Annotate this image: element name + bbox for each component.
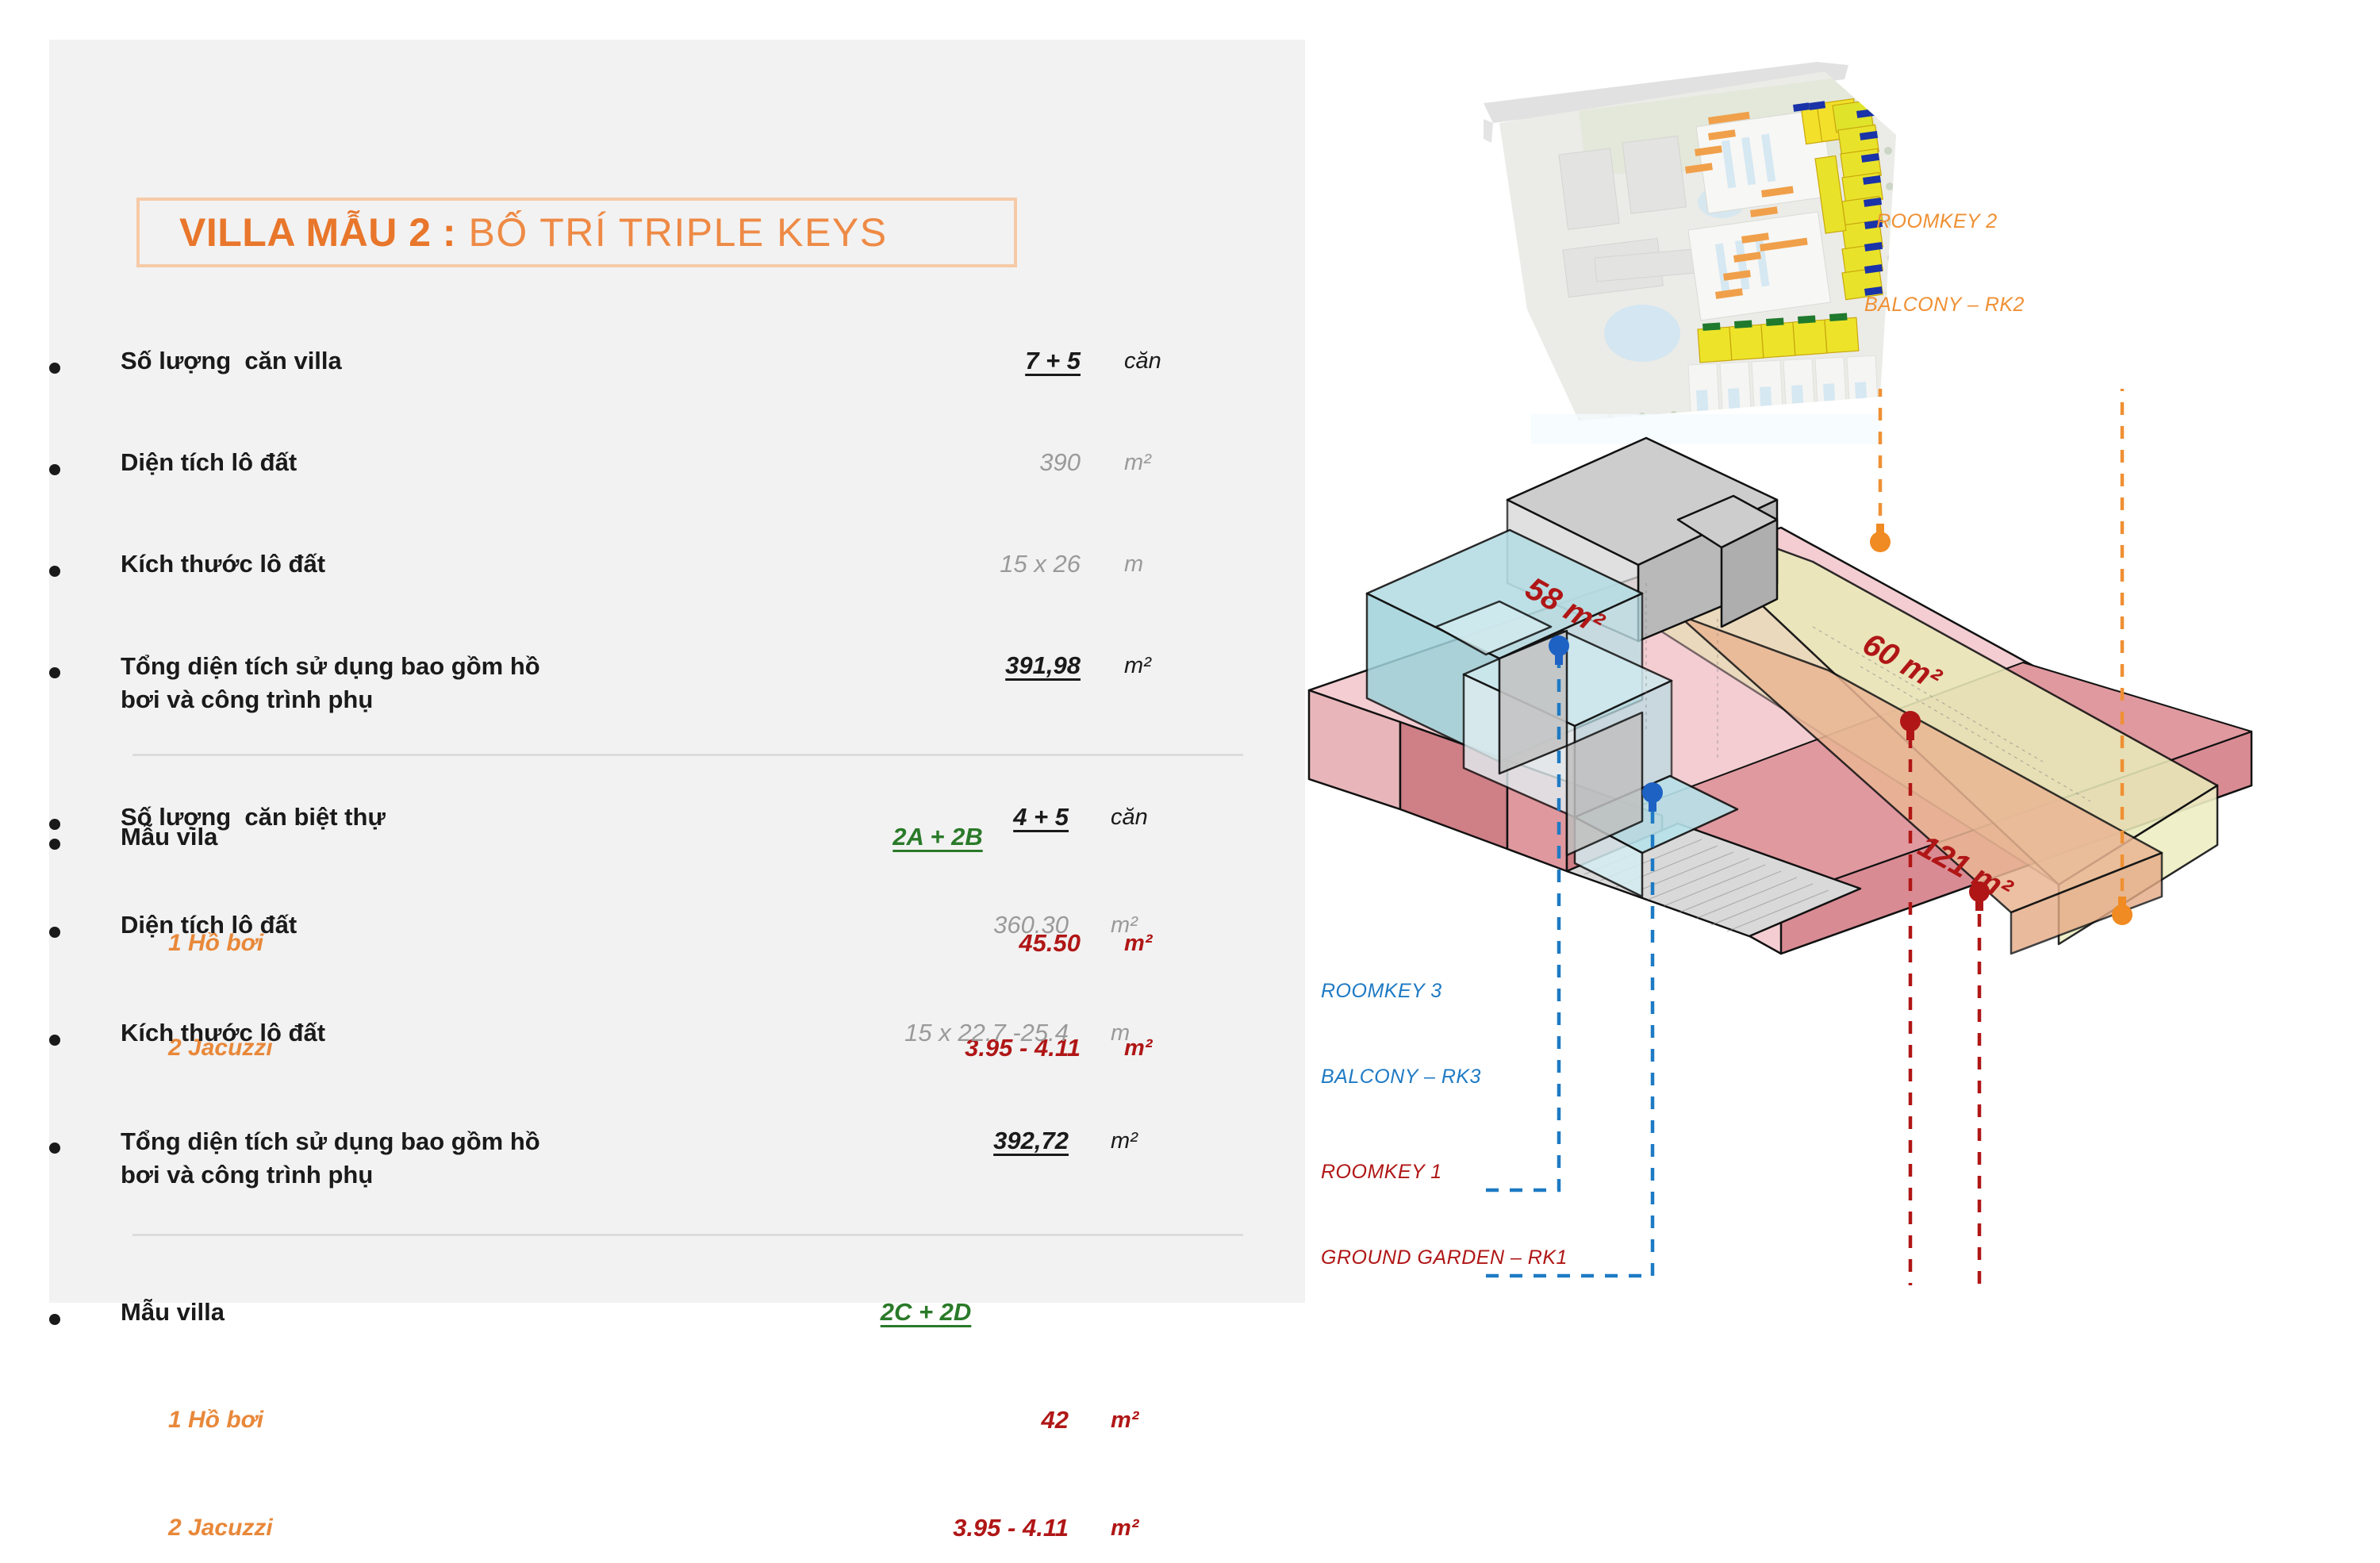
bullet-icon xyxy=(49,1142,60,1154)
callout-roomkey-3: ROOMKEY 3 xyxy=(1321,980,1442,1002)
row-label: Số lượng căn villa xyxy=(121,347,342,374)
sub-row-unit: m² xyxy=(1111,1407,1139,1433)
sub-row-value: 42 xyxy=(1041,1406,1069,1434)
callout-balcony-rk2: BALCONY – RK2 xyxy=(1864,294,2025,316)
row-label: Tổng diện tích sử dụng bao gồm hồ bơi và… xyxy=(121,1127,540,1189)
row-unit: m² xyxy=(1124,450,1151,475)
table-row: 1 Hồ bơi 42 m² xyxy=(49,1404,1305,1455)
row-value: 2C + 2D xyxy=(880,1298,972,1326)
row-label: Kích thước lô đất xyxy=(121,1019,326,1046)
sub-row-value: 3.95 - 4.11 xyxy=(953,1514,1069,1542)
sub-row-unit: m² xyxy=(1111,1515,1139,1541)
table-row: Mẫu villa 2C + 2D xyxy=(49,1296,1305,1347)
page-title-strong: VILLA MẪU 2 : xyxy=(179,210,457,255)
table-row: Diện tích lô đất 360.30 m² xyxy=(49,909,1305,960)
row-unit: m² xyxy=(1124,653,1151,678)
sub-row-label: 2 Jacuzzi xyxy=(168,1515,273,1541)
table-row: Số lượng căn villa 7 + 5 căn xyxy=(49,345,1305,396)
row-value: 4 + 5 xyxy=(1013,803,1069,831)
row-unit: m² xyxy=(1111,912,1138,938)
row-value: 390 xyxy=(1039,448,1081,476)
row-unit: căn xyxy=(1111,805,1148,830)
left-info-panel: VILLA MẪU 2 : BỐ TRÍ TRIPLE KEYS Số lượn… xyxy=(49,40,1305,1542)
row-value: 392,72 xyxy=(993,1127,1069,1154)
bullet-icon xyxy=(49,1314,60,1325)
row-unit: m xyxy=(1124,551,1144,577)
spec-block-biet-thu: Số lượng căn biệt thự 4 + 5 căn Diện tíc… xyxy=(49,801,1305,1542)
page-title-light: BỐ TRÍ TRIPLE KEYS xyxy=(456,210,888,255)
callout-roomkey-2: ROOMKEY 2 xyxy=(1876,210,1998,232)
row-value: 391,98 xyxy=(1005,651,1081,679)
row-label: Tổng diện tích sử dụng bao gồm hồ bơi và… xyxy=(121,652,540,713)
table-row: 2 Jacuzzi 3.95 - 4.11 m² xyxy=(49,1512,1305,1563)
row-value: 15 x 26 xyxy=(1000,550,1081,578)
row-label: Số lượng căn biệt thự xyxy=(121,803,386,831)
right-diagram-panel: 58 m² 60 m² 121 m² ROOMKEY 2 BALCONY – R… xyxy=(1305,40,2331,1303)
axonometric-villa-diagram: 58 m² 60 m² 121 m² xyxy=(1307,389,2253,1285)
bullet-icon xyxy=(49,927,60,938)
row-label: Kích thước lô đất xyxy=(121,550,326,578)
callout-balcony-rk3: BALCONY – RK3 xyxy=(1321,1066,1481,1088)
table-row: Diện tích lô đất 390 m² xyxy=(49,447,1305,497)
bullet-icon xyxy=(49,464,60,475)
table-row: Kích thước lô đất 15 x 26 m xyxy=(49,548,1305,599)
bullet-icon xyxy=(49,819,60,830)
table-row: Số lượng căn biệt thự 4 + 5 căn xyxy=(49,801,1305,852)
section-divider xyxy=(132,754,1243,756)
callout-ground-garden-rk1: GROUND GARDEN – RK1 xyxy=(1321,1246,1568,1269)
row-value: 7 + 5 xyxy=(1025,347,1081,374)
table-row: Tổng diện tích sử dụng bao gồm hồ bơi và… xyxy=(49,650,1305,734)
bullet-icon xyxy=(49,363,60,374)
slide-root: VILLA MẪU 2 : BỐ TRÍ TRIPLE KEYS Số lượn… xyxy=(0,0,2380,1542)
row-unit: căn xyxy=(1124,348,1161,374)
sub-row-label: 1 Hồ bơi xyxy=(168,1407,264,1433)
bullet-icon xyxy=(49,1035,60,1046)
row-value: 360.30 xyxy=(993,911,1069,939)
callout-roomkey-1: ROOMKEY 1 xyxy=(1321,1161,1442,1183)
row-label: Diện tích lô đất xyxy=(121,911,298,939)
section-divider xyxy=(132,1234,1243,1236)
row-label: Mẫu villa xyxy=(121,1298,225,1326)
bullet-icon xyxy=(49,667,60,678)
bullet-icon xyxy=(49,566,60,577)
spec-block-villa: Số lượng căn villa 7 + 5 căn Diện tích l… xyxy=(49,345,1305,1062)
table-row: Tổng diện tích sử dụng bao gồm hồ bơi và… xyxy=(49,1125,1305,1209)
row-unit: m xyxy=(1111,1020,1130,1046)
row-label: Diện tích lô đất xyxy=(121,448,298,476)
row-value: 15 x 22.7 -25.4 xyxy=(904,1019,1069,1046)
page-title: VILLA MẪU 2 : BỐ TRÍ TRIPLE KEYS xyxy=(136,198,1017,267)
table-row: Kích thước lô đất 15 x 22.7 -25.4 m xyxy=(49,1017,1305,1068)
row-unit: m² xyxy=(1111,1128,1138,1154)
